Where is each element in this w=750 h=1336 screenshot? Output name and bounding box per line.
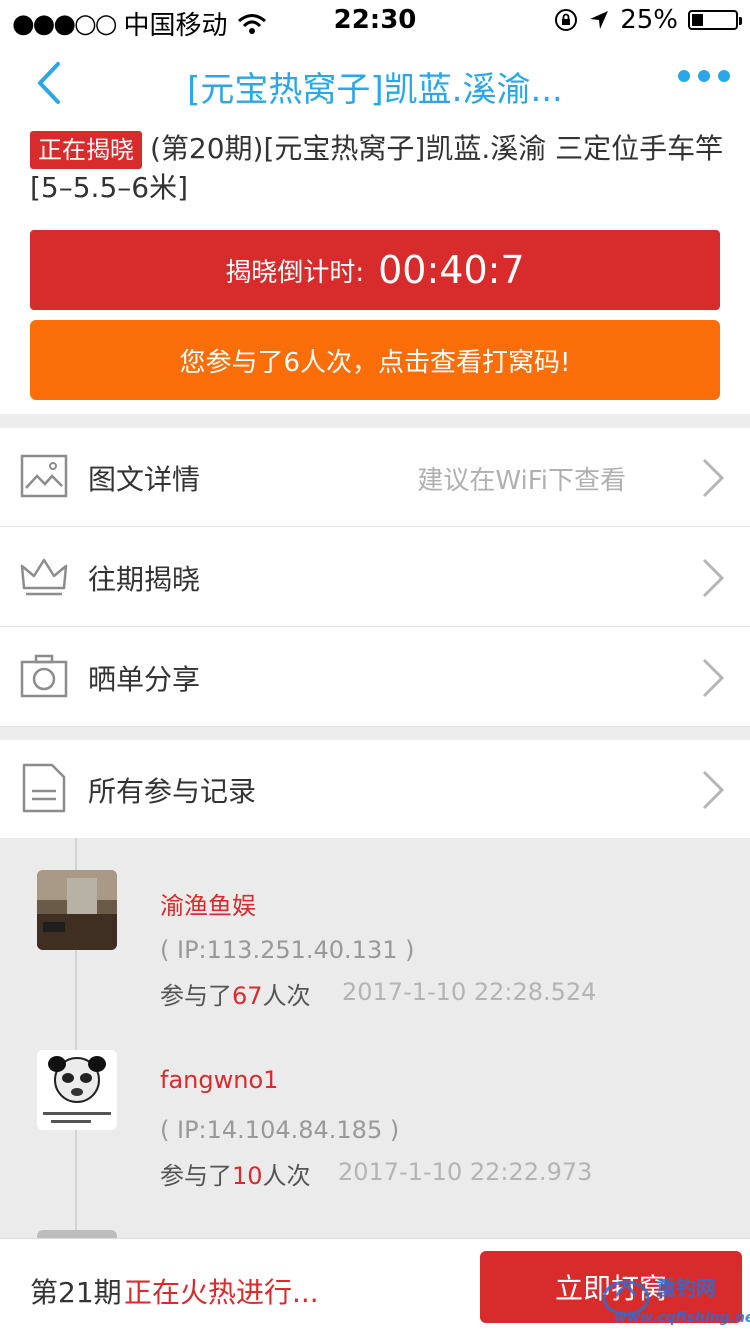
chevron-right-icon (702, 558, 725, 598)
times-suffix: 人次 (262, 1162, 311, 1190)
chevron-right-icon (702, 458, 725, 498)
watermark-brand: 重钓网 (656, 1276, 716, 1300)
record-date: 2017-1-10 22:28.524 (342, 978, 597, 1006)
menu-label: 图文详情 (88, 463, 201, 496)
times-count: 10 (232, 1162, 263, 1190)
page-title: [元宝热窝子]凯蓝.溪渝... (187, 70, 563, 110)
record-date: 2017-1-10 22:22.973 (338, 1158, 593, 1186)
next-period-label: 第21期 (30, 1276, 122, 1309)
countdown-label: 揭晓倒计时: (225, 257, 365, 288)
record-username[interactable]: 渝渔鱼娱 (160, 886, 256, 921)
times-count: 67 (232, 982, 263, 1010)
record-ip: ( IP:113.251.40.131 ) (160, 936, 415, 964)
back-chevron-icon[interactable] (30, 58, 70, 108)
location-arrow-icon (590, 11, 609, 29)
countdown-value: 00:40:7 (378, 248, 525, 292)
view-codes-button[interactable]: 您参与了6人次，点击查看打窝码! (30, 320, 720, 400)
site-watermark: 重钓网 www.cqfishing.net (594, 1266, 750, 1332)
times-prefix: 参与了 (160, 1162, 232, 1190)
crown-icon (20, 558, 68, 596)
image-icon (20, 454, 68, 498)
countdown-bar: 揭晓倒计时: 00:40:7 (30, 230, 720, 310)
chevron-right-icon (702, 770, 725, 810)
status-right: 25% (554, 5, 742, 35)
record-username[interactable]: fangwno1 (160, 1066, 278, 1094)
records-header-label: 所有参与记录 (88, 775, 257, 808)
menu-row-details[interactable]: 图文详情 建议在WiFi下查看 (0, 428, 750, 527)
chevron-right-icon (702, 658, 725, 698)
rotation-lock-icon (555, 9, 578, 31)
menu-row-past-results[interactable]: 往期揭晓 (0, 528, 750, 627)
record-ip: ( IP:14.104.84.185 ) (160, 1116, 400, 1144)
avatar[interactable] (37, 1230, 117, 1238)
record-times: 参与了67人次 (160, 976, 311, 1011)
menu-label: 晒单分享 (88, 663, 201, 696)
nav-bar: [元宝热窝子]凯蓝.溪渝... (0, 40, 750, 128)
watermark-url: www.cqfishing.net (614, 1310, 750, 1326)
battery-icon (688, 10, 742, 30)
next-period-status[interactable]: 正在火热进行... (124, 1271, 319, 1311)
menu-label: 往期揭晓 (88, 563, 201, 596)
section-divider (0, 414, 750, 428)
times-prefix: 参与了 (160, 982, 232, 1010)
section-divider (0, 727, 750, 740)
document-icon (22, 763, 66, 813)
status-bar: ●●●○○ 中国移动 22:30 25% (0, 0, 750, 41)
times-suffix: 人次 (262, 982, 311, 1010)
battery-percent: 25% (620, 5, 678, 35)
menu-hint: 建议在WiFi下查看 (417, 466, 626, 496)
avatar[interactable] (37, 870, 117, 950)
status-badge: 正在揭晓 (30, 131, 142, 169)
menu-row-all-records[interactable]: 所有参与记录 (0, 740, 750, 838)
record-times: 参与了10人次 (160, 1156, 311, 1191)
menu-row-share[interactable]: 晒单分享 (0, 628, 750, 727)
more-options-icon[interactable] (678, 70, 730, 82)
product-title-block: 正在揭晓 (第20期)[元宝热窝子]凯蓝.溪渝 三定位手车竿[5–5.5–6米] (30, 130, 730, 207)
avatar[interactable] (37, 1050, 117, 1130)
camera-icon (20, 654, 68, 698)
records-list: 渝渔鱼娱 ( IP:113.251.40.131 ) 参与了67人次 2017-… (0, 838, 750, 1238)
